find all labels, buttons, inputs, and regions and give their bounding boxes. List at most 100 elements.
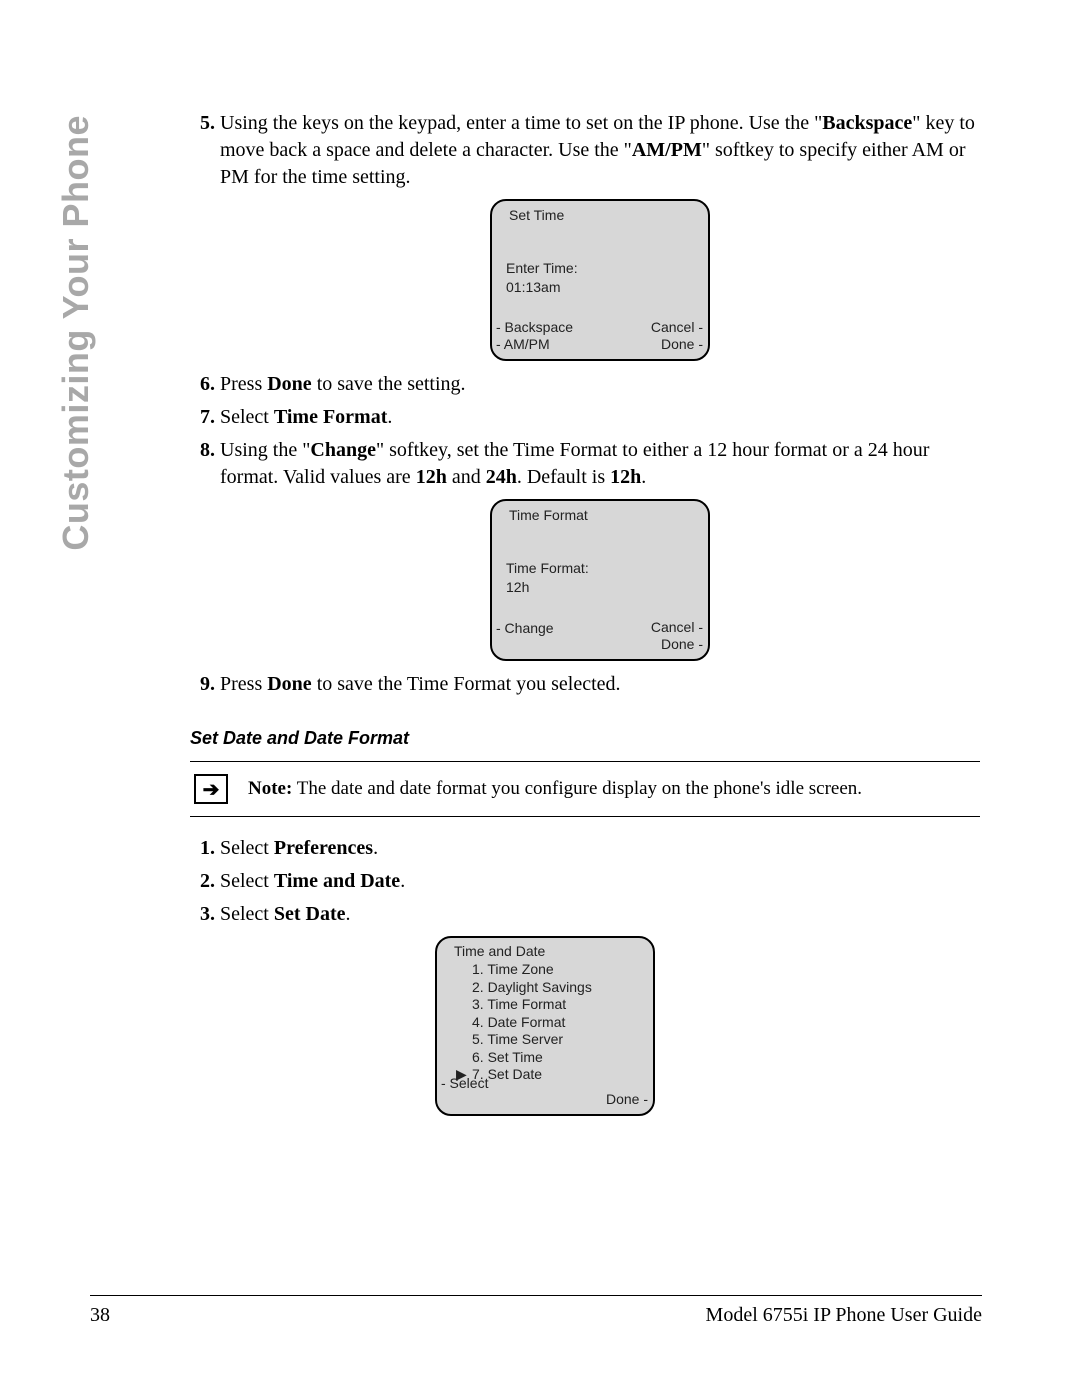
screen1-wrap: Set Time Enter Time: 01:13am - Backspace…: [220, 199, 980, 361]
menu-item: 1. Time Zone: [456, 961, 644, 979]
step2-2: Select Time and Date.: [220, 868, 980, 895]
s2-3-post: .: [346, 903, 351, 925]
screen-time-format: Time Format Time Format: 12h - Change Ca…: [490, 499, 710, 661]
selection-marker-icon: [456, 1014, 472, 1032]
step-8: Using the "Change" softkey, set the Time…: [220, 437, 980, 661]
screen-set-time: Set Time Enter Time: 01:13am - Backspace…: [490, 199, 710, 361]
page: Customizing Your Phone Using the keys on…: [0, 0, 1080, 1397]
menu-item-label: 4. Date Format: [472, 1014, 565, 1032]
step-6: Press Done to save the setting.: [220, 371, 980, 398]
side-tab-text: Customizing Your Phone: [55, 115, 97, 551]
s2-1-post: .: [373, 837, 378, 859]
screen3-softkey-select: - Select: [441, 1075, 488, 1092]
note-body: The date and date format you configure d…: [292, 778, 862, 799]
screen3-wrap: Time and Date 1. Time Zone2. Daylight Sa…: [110, 936, 980, 1116]
s6-pre: Press: [220, 373, 267, 395]
screen2-br: Cancel - Done -: [651, 619, 703, 653]
s2-3-b: Set Date: [274, 903, 346, 925]
screen1-br: Cancel - Done -: [651, 319, 703, 353]
screen3-bl: - Select: [441, 1075, 488, 1092]
screen2-title: Time Format: [509, 506, 699, 525]
menu-item: 4. Date Format: [456, 1014, 644, 1032]
menu-item: 6. Set Time: [456, 1049, 644, 1067]
screen2-value: 12h: [506, 578, 589, 597]
selection-marker-icon: [456, 996, 472, 1014]
s8-pre: Using the ": [220, 439, 310, 461]
screen3-br: Done -: [606, 1091, 648, 1108]
menu-item: 5. Time Server: [456, 1031, 644, 1049]
step-9: Press Done to save the Time Format you s…: [220, 671, 980, 698]
screen2-softkey-cancel: Cancel -: [651, 619, 703, 636]
arrow-right-icon: ➔: [194, 774, 228, 804]
menu-item: 2. Daylight Savings: [456, 979, 644, 997]
s2-2-b: Time and Date: [274, 870, 400, 892]
screen3-softkey-done: Done -: [606, 1091, 648, 1108]
step2-3: Select Set Date.: [220, 901, 980, 928]
steps-list-2: Select Preferences. Select Time and Date…: [110, 835, 980, 928]
note-text: Note: The date and date format you confi…: [248, 778, 862, 800]
screen2-label: Time Format:: [506, 559, 589, 578]
s6-post: to save the setting.: [312, 373, 466, 395]
screen1-label: Enter Time:: [506, 259, 578, 278]
step2-1: Select Preferences.: [220, 835, 980, 862]
screen-time-and-date: Time and Date 1. Time Zone2. Daylight Sa…: [435, 936, 655, 1116]
menu-item-label: 3. Time Format: [472, 996, 566, 1014]
selection-marker-icon: [456, 1031, 472, 1049]
screen1-softkey-backspace: - Backspace: [496, 319, 573, 336]
screen1-softkey-done: Done -: [651, 336, 703, 353]
s9-pre: Press: [220, 673, 267, 695]
step-5: Using the keys on the keypad, enter a ti…: [220, 110, 980, 361]
note-label: Note:: [248, 778, 292, 799]
s8-mid2: and: [447, 466, 486, 488]
steps-list-1: Using the keys on the keypad, enter a ti…: [110, 110, 980, 698]
s7-b: Time Format: [274, 406, 388, 428]
screen2-bl: - Change: [496, 620, 554, 637]
s7-post: .: [387, 406, 392, 428]
screen1-mid: Enter Time: 01:13am: [506, 259, 578, 297]
selection-marker-icon: [456, 1049, 472, 1067]
screen2-wrap: Time Format Time Format: 12h - Change Ca…: [220, 499, 980, 661]
s8-b3: 24h: [486, 466, 517, 488]
section-subhead: Set Date and Date Format: [190, 728, 980, 749]
selection-marker-icon: [456, 961, 472, 979]
s6-b: Done: [267, 373, 311, 395]
guide-title: Model 6755i IP Phone User Guide: [706, 1304, 982, 1327]
s2-1-b: Preferences: [274, 837, 373, 859]
side-tab: Customizing Your Phone: [55, 0, 97, 115]
menu-item-label: 2. Daylight Savings: [472, 979, 592, 997]
menu-item: 3. Time Format: [456, 996, 644, 1014]
footer: 38 Model 6755i IP Phone User Guide: [90, 1295, 982, 1327]
screen1-softkey-ampm: - AM/PM: [496, 336, 573, 353]
menu-item-label: 5. Time Server: [472, 1031, 563, 1049]
s9-post: to save the Time Format you selected.: [312, 673, 621, 695]
s8-b4: 12h: [610, 466, 641, 488]
screen1-softkey-cancel: Cancel -: [651, 319, 703, 336]
page-number: 38: [90, 1304, 110, 1327]
screen2-softkey-change: - Change: [496, 620, 554, 637]
menu-item-label: 6. Set Time: [472, 1049, 543, 1067]
s7-pre: Select: [220, 406, 274, 428]
content: Using the keys on the keypad, enter a ti…: [110, 110, 980, 1126]
note-block: ➔ Note: The date and date format you con…: [190, 761, 980, 817]
s5-b1: Backspace: [822, 112, 912, 134]
screen2-softkey-done: Done -: [651, 636, 703, 653]
s8-mid3: . Default is: [517, 466, 610, 488]
screen2-mid: Time Format: 12h: [506, 559, 589, 597]
s8-b1: Change: [310, 439, 376, 461]
s2-2-pre: Select: [220, 870, 274, 892]
menu-item-label: 1. Time Zone: [472, 961, 554, 979]
selection-marker-icon: [456, 979, 472, 997]
footer-row: 38 Model 6755i IP Phone User Guide: [90, 1304, 982, 1327]
screen1-value: 01:13am: [506, 278, 578, 297]
screen3-menu: 1. Time Zone2. Daylight Savings3. Time F…: [456, 961, 644, 1084]
s9-b: Done: [267, 673, 311, 695]
s2-1-pre: Select: [220, 837, 274, 859]
footer-rule: [90, 1295, 982, 1296]
s8-b2: 12h: [416, 466, 447, 488]
screen1-bl: - Backspace - AM/PM: [496, 319, 573, 353]
s8-post: .: [641, 466, 646, 488]
screen1-title: Set Time: [509, 206, 699, 225]
s5-pre: Using the keys on the keypad, enter a ti…: [220, 112, 822, 134]
screen3-title: Time and Date: [454, 943, 644, 959]
s5-b2: AM/PM: [632, 139, 702, 161]
